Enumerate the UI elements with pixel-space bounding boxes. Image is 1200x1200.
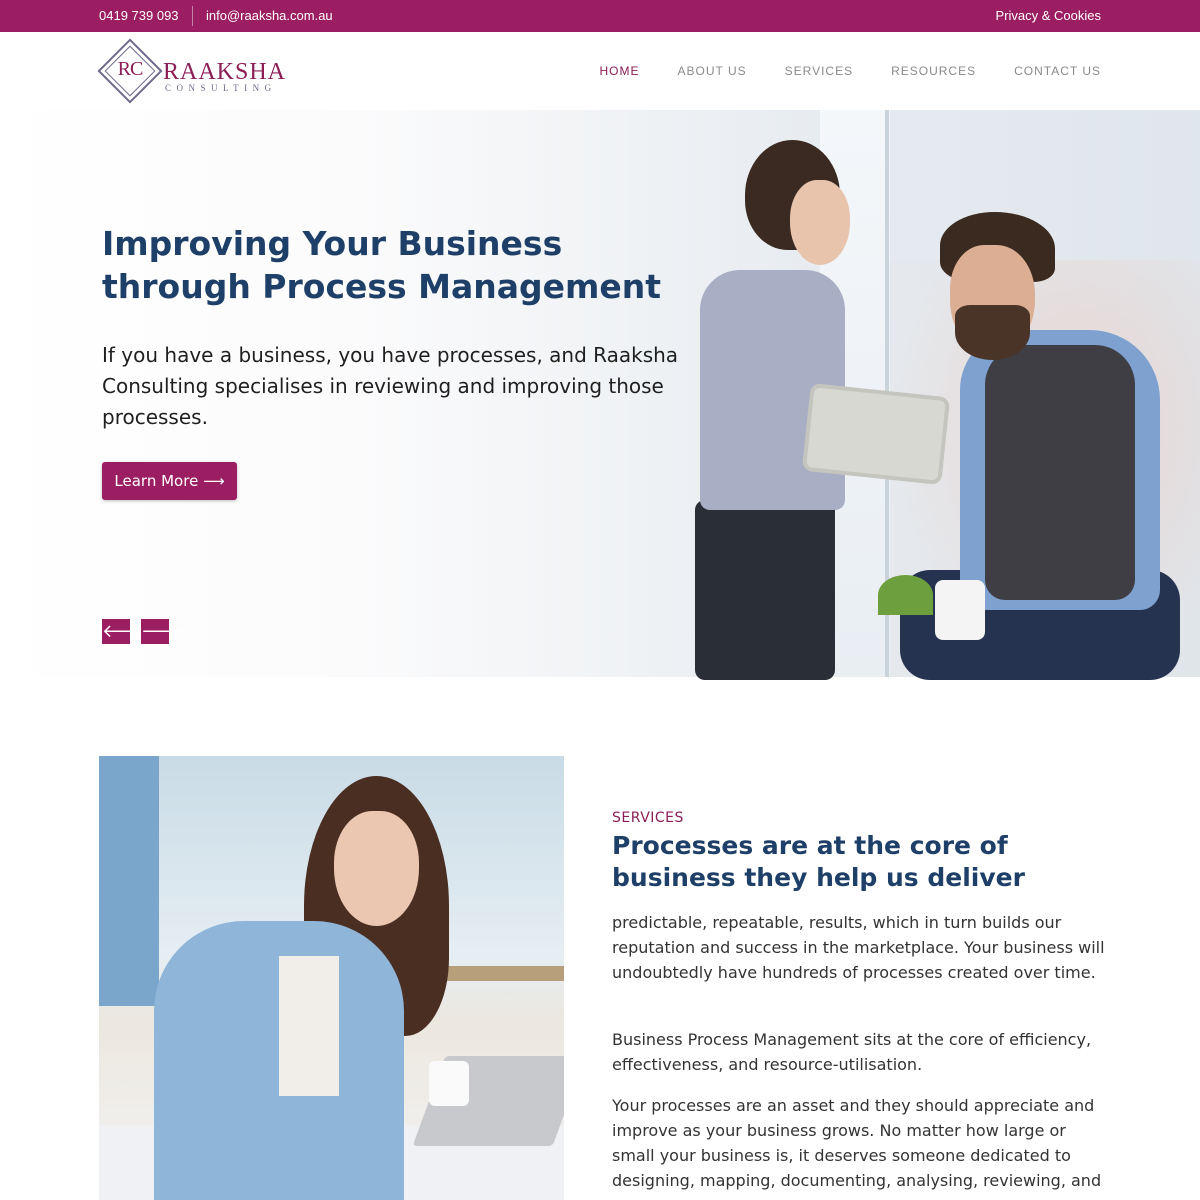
- main-nav: HOME ABOUT US SERVICES RESOURCES CONTACT…: [561, 64, 1101, 78]
- logo-subtitle: CONSULTING: [165, 83, 277, 93]
- services-paragraph-3: Your processes are an asset and they sho…: [612, 1096, 1102, 1190]
- nav-contact-us[interactable]: CONTACT US: [1014, 64, 1101, 78]
- logo-name: RAAKSHA: [163, 59, 287, 85]
- services-title: Processes are at the core of business th…: [612, 831, 1025, 892]
- learn-more-button[interactable]: Learn More ⟶: [102, 462, 237, 500]
- slider-next-arrow-icon[interactable]: 🡒: [141, 619, 189, 644]
- logo[interactable]: RC RAAKSHA CONSULTING: [97, 38, 285, 104]
- nav-resources[interactable]: RESOURCES: [891, 64, 976, 78]
- email-link[interactable]: info@raaksha.com.au: [206, 8, 333, 23]
- services-woman-face: [334, 811, 419, 926]
- logo-monogram: RC: [117, 58, 144, 80]
- privacy-link[interactable]: Privacy & Cookies: [996, 8, 1101, 23]
- hero-title: Improving Your Business through Process …: [102, 224, 662, 306]
- nav-home[interactable]: HOME: [599, 64, 639, 78]
- services-image-blind: [99, 756, 159, 1006]
- services-paragraph-2: Business Process Management sits at the …: [612, 1030, 1092, 1074]
- services-woman-top: [279, 956, 339, 1096]
- nav-about-us[interactable]: ABOUT US: [677, 64, 746, 78]
- services-paragraph-1: predictable, repeatable, results, which …: [612, 913, 1105, 982]
- hero-description: If you have a business, you have process…: [102, 343, 679, 429]
- phone-link[interactable]: 0419 739 093: [99, 8, 179, 23]
- slider-prev-arrow-icon[interactable]: 🡐: [102, 619, 150, 644]
- nav-services[interactable]: SERVICES: [785, 64, 853, 78]
- topbar-divider: [192, 6, 193, 26]
- top-bar: 0419 739 093 info@raaksha.com.au Privacy…: [0, 0, 1200, 32]
- services-label: SERVICES: [612, 810, 684, 826]
- site-header: RC RAAKSHA CONSULTING HOME ABOUT US SERV…: [0, 32, 1200, 110]
- services-cup: [429, 1061, 469, 1106]
- services-image: [99, 756, 564, 1200]
